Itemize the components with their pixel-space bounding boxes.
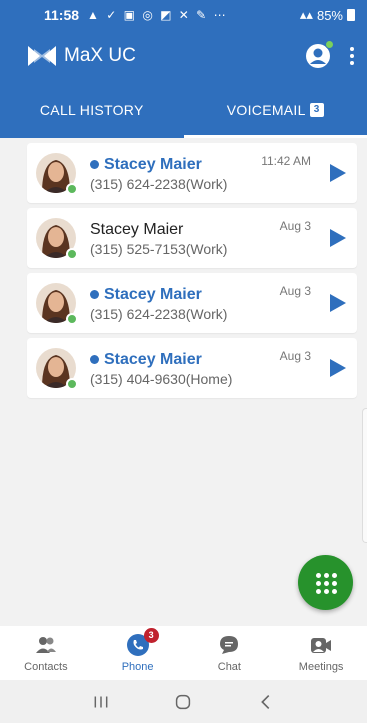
voicemail-time: Aug 3 <box>279 349 311 363</box>
home-button[interactable] <box>171 690 195 714</box>
phone-badge: 3 <box>143 628 159 643</box>
nav-chat[interactable]: Chat <box>184 626 276 680</box>
nav-label: Phone <box>121 661 154 673</box>
notification-icons: ▲ ✓ ▣ ◎ ◩ ✕ ✎ ⋯ <box>87 8 228 22</box>
tab-label: VOICEMAIL <box>226 102 306 118</box>
online-status-icon <box>66 313 78 325</box>
unread-indicator-icon <box>90 160 99 169</box>
online-status-icon <box>66 183 78 195</box>
contact-name: Stacey Maier <box>104 350 202 368</box>
chat-icon <box>220 636 239 654</box>
avatar <box>36 283 78 325</box>
back-icon <box>260 694 270 709</box>
voicemail-time: Aug 3 <box>279 219 311 233</box>
play-icon[interactable] <box>330 164 346 182</box>
unread-indicator-icon <box>90 290 99 299</box>
play-icon[interactable] <box>330 294 346 312</box>
back-button[interactable] <box>254 690 278 714</box>
contacts-icon <box>35 637 56 653</box>
meetings-icon <box>311 638 332 653</box>
nav-phone[interactable]: 3 Phone <box>92 626 184 680</box>
voicemail-item[interactable]: Stacey Maier (315) 624-2238(Work) 11:42 … <box>27 143 357 203</box>
online-status-icon <box>66 378 78 390</box>
status-bar: 11:58 ▲ ✓ ▣ ◎ ◩ ✕ ✎ ⋯ ▴▴ 85% <box>0 0 367 30</box>
nav-label: Chat <box>217 661 241 673</box>
avatar <box>36 348 78 390</box>
presence-status-dot <box>325 40 334 49</box>
overflow-menu-icon[interactable] <box>349 47 355 65</box>
play-icon[interactable] <box>330 359 346 377</box>
voicemail-time: Aug 3 <box>279 284 311 298</box>
contact-number: (315) 624-2238(Work) <box>90 175 228 192</box>
tab-call-history[interactable]: CALL HISTORY <box>0 82 184 138</box>
bottom-nav: Contacts 3 Phone Chat Meetings <box>0 626 367 680</box>
voicemail-item[interactable]: Stacey Maier (315) 404-9630(Home) Aug 3 <box>27 338 357 398</box>
contact-name: Stacey Maier <box>104 155 202 173</box>
contact-number: (315) 525-7153(Work) <box>90 240 228 257</box>
avatar <box>36 153 78 195</box>
scrollbar[interactable] <box>362 408 367 543</box>
dialpad-icon <box>315 572 337 594</box>
battery-icon <box>347 9 355 21</box>
tab-label: CALL HISTORY <box>39 102 144 118</box>
nav-label: Meetings <box>298 661 344 673</box>
voicemail-item[interactable]: Stacey Maier (315) 525-7153(Work) Aug 3 <box>27 208 357 268</box>
voicemail-count-badge: 3 <box>309 103 324 117</box>
tab-bar: CALL HISTORY VOICEMAIL 3 <box>0 82 367 138</box>
recent-apps-button[interactable] <box>89 690 113 714</box>
nav-label: Contacts <box>24 661 68 673</box>
status-time: 11:58 <box>44 7 80 23</box>
system-nav-bar <box>0 680 367 723</box>
app-title: MaX UC <box>64 45 136 66</box>
signal-icon: ▴▴ <box>299 7 313 22</box>
contact-name: Stacey Maier <box>90 220 184 238</box>
avatar <box>36 218 78 260</box>
unread-indicator-icon <box>90 355 99 364</box>
battery-percent: 85% <box>316 7 343 23</box>
contact-name: Stacey Maier <box>104 285 202 303</box>
app-bar: MaX UC <box>0 30 367 82</box>
tab-voicemail[interactable]: VOICEMAIL 3 <box>183 82 367 138</box>
play-icon[interactable] <box>330 229 346 247</box>
maxuc-logo-icon <box>28 46 56 66</box>
contact-number: (315) 404-9630(Home) <box>90 370 233 387</box>
nav-contacts[interactable]: Contacts <box>0 626 92 680</box>
online-status-icon <box>66 248 78 260</box>
profile-button[interactable] <box>305 40 334 69</box>
contact-number: (315) 624-2238(Work) <box>90 305 228 322</box>
voicemail-list: Stacey Maier (315) 624-2238(Work) 11:42 … <box>27 143 357 403</box>
voicemail-item[interactable]: Stacey Maier (315) 624-2238(Work) Aug 3 <box>27 273 357 333</box>
dialpad-button[interactable] <box>298 555 353 610</box>
nav-meetings[interactable]: Meetings <box>275 626 367 680</box>
voicemail-time: 11:42 AM <box>261 154 311 168</box>
home-icon <box>176 694 191 709</box>
recent-apps-icon <box>94 696 108 707</box>
